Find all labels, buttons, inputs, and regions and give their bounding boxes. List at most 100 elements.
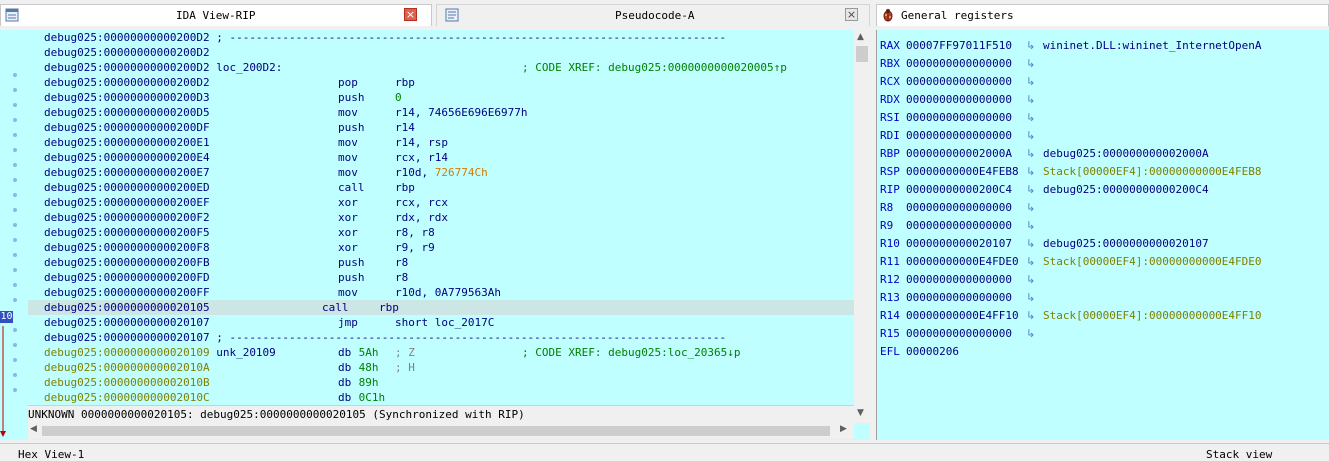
register-value[interactable]: 0000000000000000 xyxy=(906,217,1012,235)
listing-operand[interactable]: r9, r9 xyxy=(395,240,435,255)
listing-line[interactable]: debug025:00000000000200E1 mov r14, rsp xyxy=(44,135,448,150)
register-row-r14[interactable]: R14 00000000000E4FF10 ↳ Stack[00000EF4]:000… xyxy=(880,307,1328,325)
register-row-rcx[interactable]: RCX 0000000000000000 ↳ xyxy=(880,73,1328,91)
tab-ida-view[interactable]: IDA View-RIP × xyxy=(0,4,432,26)
jump-arrow-icon[interactable]: ↳ xyxy=(1026,289,1035,307)
register-value[interactable]: 0000000000000000 xyxy=(906,127,1012,145)
listing-line[interactable]: debug025:0000000000020109 unk_20109 db 5A… xyxy=(44,345,741,360)
hex-view-title[interactable]: Hex View-1 xyxy=(18,448,84,461)
jump-arrow-icon[interactable]: ↳ xyxy=(1026,271,1035,289)
register-row-efl[interactable]: EFL 00000206 xyxy=(880,343,1328,361)
listing-line[interactable]: debug025:00000000000200F8 xor r9, r9 xyxy=(44,240,435,255)
register-value[interactable]: 00000000000200C4 xyxy=(906,181,1012,199)
tab-pseudocode[interactable]: Pseudocode-A × xyxy=(436,4,870,26)
jump-arrow-icon[interactable]: ↳ xyxy=(1026,235,1035,253)
register-row-rsp[interactable]: RSP 00000000000E4FEB8 ↳ Stack[00000EF4]:000… xyxy=(880,163,1328,181)
listing-line[interactable]: debug025:00000000000200D2 loc_200D2: ; CO… xyxy=(44,60,787,75)
register-row-r15[interactable]: R15 0000000000000000 ↳ xyxy=(880,325,1328,343)
jump-arrow-icon[interactable]: ↳ xyxy=(1026,181,1035,199)
listing-line[interactable]: debug025:00000000000200E7 mov r10d, 726774… xyxy=(44,165,488,180)
listing-line[interactable]: debug025:000000000002010C db 0C1h xyxy=(44,390,385,405)
jump-arrow-icon[interactable]: ↳ xyxy=(1026,253,1035,271)
listing-operand[interactable]: r8, r8 xyxy=(395,225,435,240)
jump-arrow-icon[interactable]: ↳ xyxy=(1026,127,1035,145)
listing-line[interactable]: debug025:0000000000020107 jmp short loc_20… xyxy=(44,315,494,330)
listing-line[interactable]: debug025:00000000000200FD push r8 xyxy=(44,270,408,285)
listing-line[interactable]: debug025:00000000000200FF mov r10d, 0A7795… xyxy=(44,285,501,300)
listing-operand[interactable]: rcx, rcx xyxy=(395,195,448,210)
register-row-r11[interactable]: R11 00000000000E4FDE0 ↳ Stack[00000EF4]:000… xyxy=(880,253,1328,271)
listing-line[interactable]: debug025:00000000000200FB push r8 xyxy=(44,255,408,270)
stack-view-title[interactable]: Stack view xyxy=(1206,448,1272,461)
listing-line[interactable]: debug025:00000000000200D3 push 0 xyxy=(44,90,402,105)
register-value[interactable]: 000000000002000A xyxy=(906,145,1012,163)
scroll-right-icon[interactable]: ▶ xyxy=(840,424,847,434)
listing-xref[interactable]: ; CODE XREF: debug025:loc_20365↓p xyxy=(522,345,741,360)
listing-line[interactable]: debug025:00000000000200DF push r14 xyxy=(44,120,415,135)
register-value[interactable]: 00000000000E4FEB8 xyxy=(906,163,1019,181)
hscroll-thumb[interactable] xyxy=(42,426,830,436)
register-value[interactable]: 00007FF97011F510 xyxy=(906,37,1012,55)
listing-operand[interactable]: 5Ah xyxy=(352,345,379,360)
scroll-thumb[interactable] xyxy=(856,46,868,62)
jump-arrow-icon[interactable]: ↳ xyxy=(1026,55,1035,73)
close-icon[interactable]: × xyxy=(845,8,858,21)
listing-line[interactable]: debug025:000000000002010B db 89h xyxy=(44,375,379,390)
listing-line[interactable]: debug025:00000000000200D2 pop rbp xyxy=(44,75,415,90)
register-value[interactable]: 0000000000000000 xyxy=(906,73,1012,91)
listing-line[interactable]: debug025:00000000000200F2 xor rdx, rdx xyxy=(44,210,448,225)
listing-operand[interactable]: 0C1h xyxy=(352,390,386,405)
register-row-r12[interactable]: R12 0000000000000000 ↳ xyxy=(880,271,1328,289)
jump-arrow-icon[interactable]: ↳ xyxy=(1026,37,1035,55)
listing-operand[interactable]: 48h xyxy=(352,360,379,375)
register-target[interactable]: wininet.DLL:wininet_InternetOpenA xyxy=(1043,37,1262,55)
register-value[interactable]: 0000000000000000 xyxy=(906,325,1012,343)
listing-operand[interactable]: rbp xyxy=(395,180,415,195)
register-row-rip[interactable]: RIP 00000000000200C4 ↳ debug025:00000000000… xyxy=(880,181,1328,199)
listing-line[interactable]: debug025:00000000000200D5 mov r14, 74656E6… xyxy=(44,105,527,120)
listing-operand[interactable]: rbp xyxy=(395,75,415,90)
register-value[interactable]: 0000000000000000 xyxy=(906,199,1012,217)
register-row-r13[interactable]: R13 0000000000000000 ↳ xyxy=(880,289,1328,307)
horizontal-scrollbar[interactable]: ◀ ▶ xyxy=(28,423,854,439)
jump-arrow-icon[interactable]: ↳ xyxy=(1026,91,1035,109)
register-row-rdi[interactable]: RDI 0000000000000000 ↳ xyxy=(880,127,1328,145)
jump-arrow-icon[interactable]: ↳ xyxy=(1026,307,1035,325)
listing-operand[interactable]: 89h xyxy=(352,375,379,390)
listing-line-current[interactable]: debug025:0000000000020105 call rbp xyxy=(28,300,854,315)
register-value[interactable]: 0000000000000000 xyxy=(906,289,1012,307)
register-target[interactable]: Stack[00000EF4]:00000000000E4FDE0 xyxy=(1043,253,1262,271)
register-target[interactable]: debug025:0000000000020107 xyxy=(1043,235,1209,253)
register-value[interactable]: 00000000000E4FDE0 xyxy=(906,253,1019,271)
listing-line[interactable]: debug025:00000000000200F5 xor r8, r8 xyxy=(44,225,435,240)
tab-general-registers[interactable]: General registers xyxy=(876,4,1329,26)
register-row-rbx[interactable]: RBX 0000000000000000 ↳ xyxy=(880,55,1328,73)
listing-operand[interactable]: short loc_2017C xyxy=(395,315,494,330)
listing-operand[interactable]: r10d, 0A779563Ah xyxy=(395,285,501,300)
listing-operand[interactable]: rbp xyxy=(379,300,399,315)
listing-operand[interactable]: r8 xyxy=(395,255,408,270)
register-row-rsi[interactable]: RSI 0000000000000000 ↳ xyxy=(880,109,1328,127)
register-target[interactable]: debug025:00000000000200C4 xyxy=(1043,181,1209,199)
listing-line[interactable]: debug025:000000000002010A db 48h ; H xyxy=(44,360,415,375)
register-value[interactable]: 00000000000E4FF10 xyxy=(906,307,1019,325)
scroll-down-icon[interactable]: ▼ xyxy=(857,408,864,418)
register-value[interactable]: 00000206 xyxy=(906,343,959,361)
jump-arrow-icon[interactable]: ↳ xyxy=(1026,163,1035,181)
listing-xref[interactable]: ; CODE XREF: debug025:0000000000020005↑p xyxy=(522,60,787,75)
register-row-rdx[interactable]: RDX 0000000000000000 ↳ xyxy=(880,91,1328,109)
listing-line[interactable]: debug025:00000000000200ED call rbp xyxy=(44,180,415,195)
listing-operand[interactable]: r14, rsp xyxy=(395,135,448,150)
register-row-r9[interactable]: R9 0000000000000000 ↳ xyxy=(880,217,1328,235)
listing-operand[interactable]: r14, 74656E696E6977h xyxy=(395,105,527,120)
jump-arrow-icon[interactable]: ↳ xyxy=(1026,199,1035,217)
register-row-rax[interactable]: RAX 00007FF97011F510 ↳ wininet.DLL:wininet_… xyxy=(880,37,1328,55)
jump-arrow-icon[interactable]: ↳ xyxy=(1026,217,1035,235)
vertical-scrollbar[interactable]: ▲ ▼ xyxy=(854,30,870,423)
listing-operand[interactable]: 0 xyxy=(395,90,402,105)
listing-line[interactable]: debug025:00000000000200EF xor rcx, rcx xyxy=(44,195,448,210)
scroll-up-icon[interactable]: ▲ xyxy=(857,32,864,42)
listing-operand[interactable]: rcx, r14 xyxy=(395,150,448,165)
jump-arrow-icon[interactable]: ↳ xyxy=(1026,109,1035,127)
listing-line[interactable]: debug025:00000000000200D2 xyxy=(44,45,210,60)
